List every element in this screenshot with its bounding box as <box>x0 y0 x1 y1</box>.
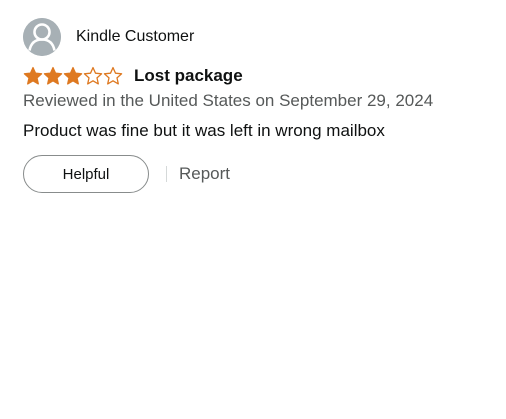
star-empty-icon <box>83 66 103 85</box>
action-divider <box>166 166 167 182</box>
star-rating[interactable] <box>23 66 123 86</box>
star-filled-icon <box>63 66 83 85</box>
helpful-button[interactable]: Helpful <box>23 155 149 193</box>
person-silhouette-icon <box>23 18 61 56</box>
star-filled-icon <box>43 66 63 85</box>
customer-review: Kindle Customer Lost package Reviewed in… <box>23 18 493 193</box>
review-body: Product was fine but it was left in wron… <box>23 121 385 140</box>
review-actions: Helpful Report <box>23 155 493 193</box>
review-title[interactable]: Lost package <box>134 65 243 87</box>
star-filled-icon <box>23 66 43 85</box>
avatar <box>23 18 61 56</box>
reviewer-name: Kindle Customer <box>76 28 195 45</box>
star-empty-icon <box>103 66 123 85</box>
review-title-row: Lost package <box>23 64 493 88</box>
reviewer-profile[interactable]: Kindle Customer <box>23 18 493 56</box>
review-date: Reviewed in the United States on Septemb… <box>23 91 434 110</box>
report-link[interactable]: Report <box>179 163 230 185</box>
